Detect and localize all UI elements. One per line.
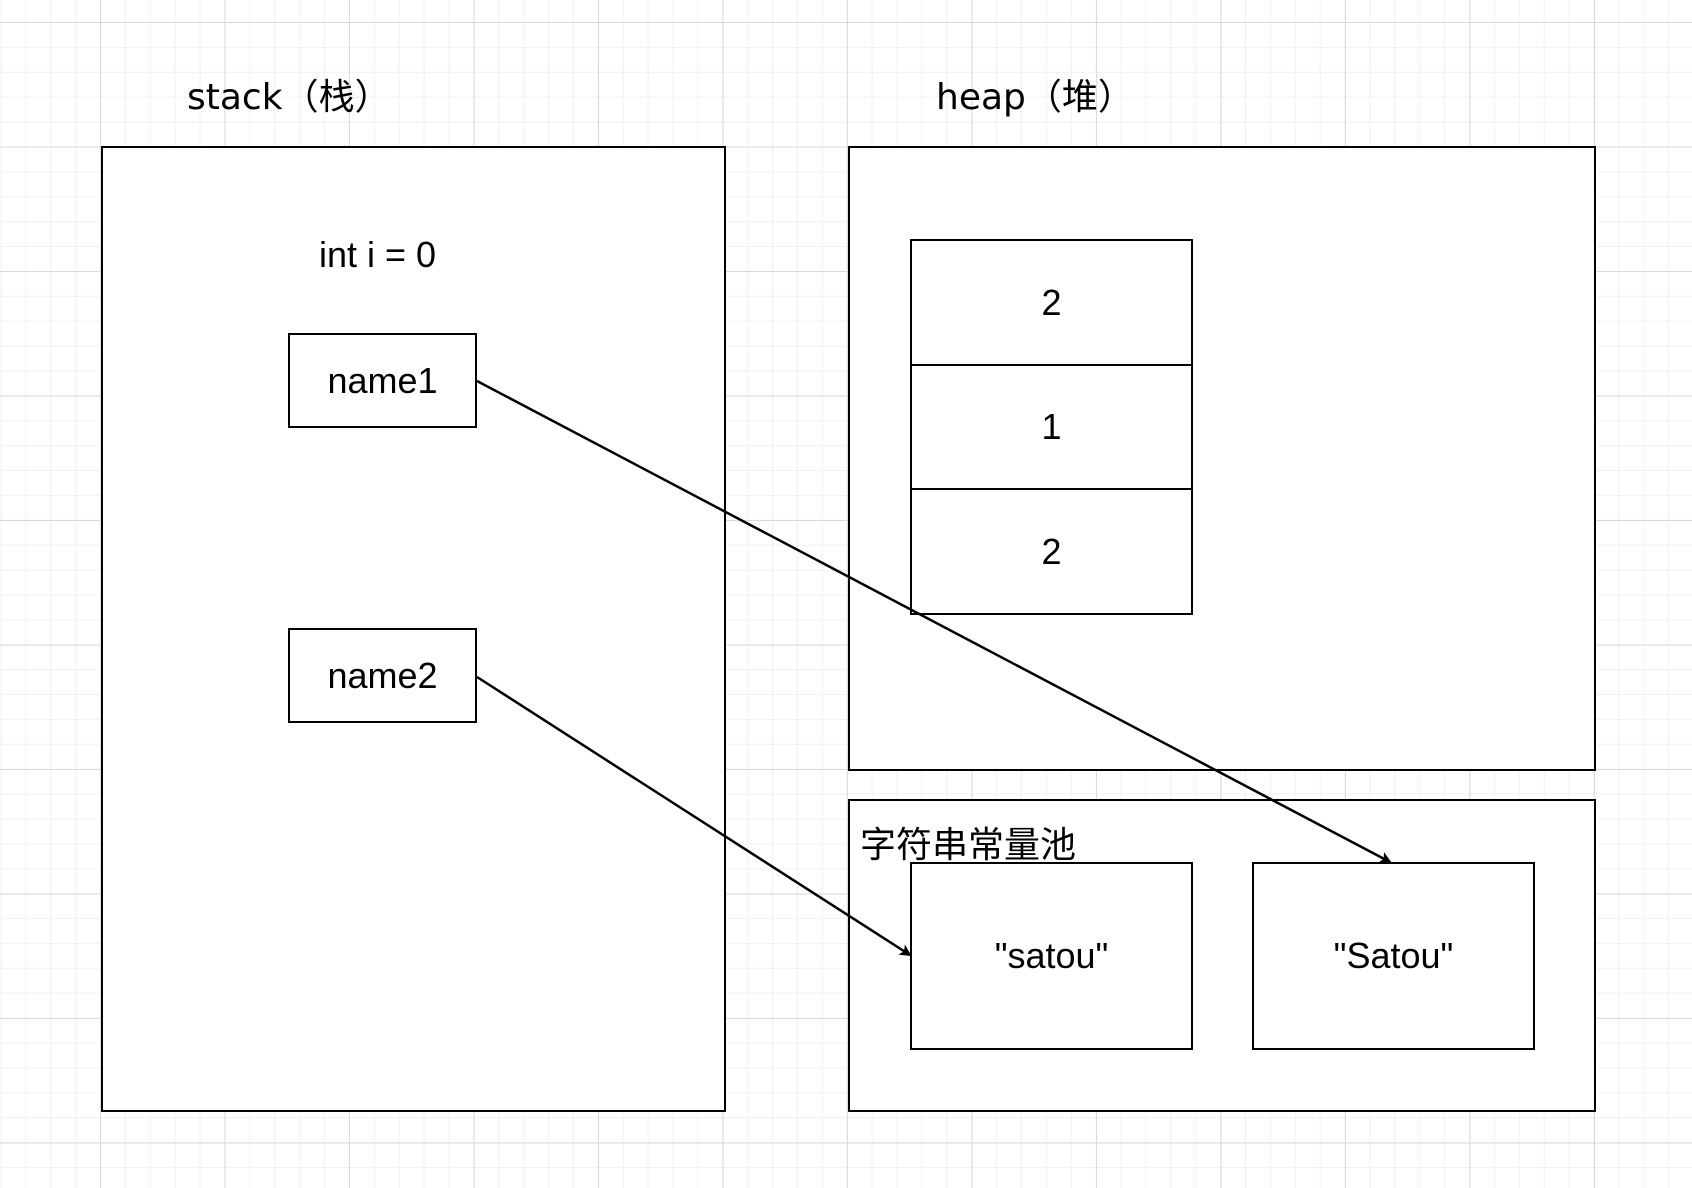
string-pool-title: 字符串常量池 xyxy=(860,825,1077,866)
array-cell-value: 2 xyxy=(1041,530,1062,572)
heap-title: heap（堆） xyxy=(936,77,1134,118)
array-cell-value: 1 xyxy=(1041,406,1062,447)
array-cell-value: 2 xyxy=(1041,281,1062,323)
diagram-canvas: stack（栈） heap（堆） int i = 0 name1 name2 2… xyxy=(0,0,1692,1188)
string-literal-satou-label: "satou" xyxy=(994,935,1109,976)
name2-label: name2 xyxy=(327,654,438,696)
string-literal-Satou-label: "Satou" xyxy=(1333,935,1454,976)
array-cell: 1 xyxy=(910,363,1193,491)
name1-variable: name1 xyxy=(288,333,477,428)
array-cell: 2 xyxy=(910,488,1193,615)
name2-variable: name2 xyxy=(288,628,477,723)
string-literal-satou: "satou" xyxy=(910,862,1193,1050)
stack-title: stack（栈） xyxy=(187,77,391,118)
int-declaration: int i = 0 xyxy=(319,234,437,275)
array-cell: 2 xyxy=(910,239,1193,366)
name1-label: name1 xyxy=(327,359,438,401)
string-literal-Satou: "Satou" xyxy=(1252,862,1535,1050)
